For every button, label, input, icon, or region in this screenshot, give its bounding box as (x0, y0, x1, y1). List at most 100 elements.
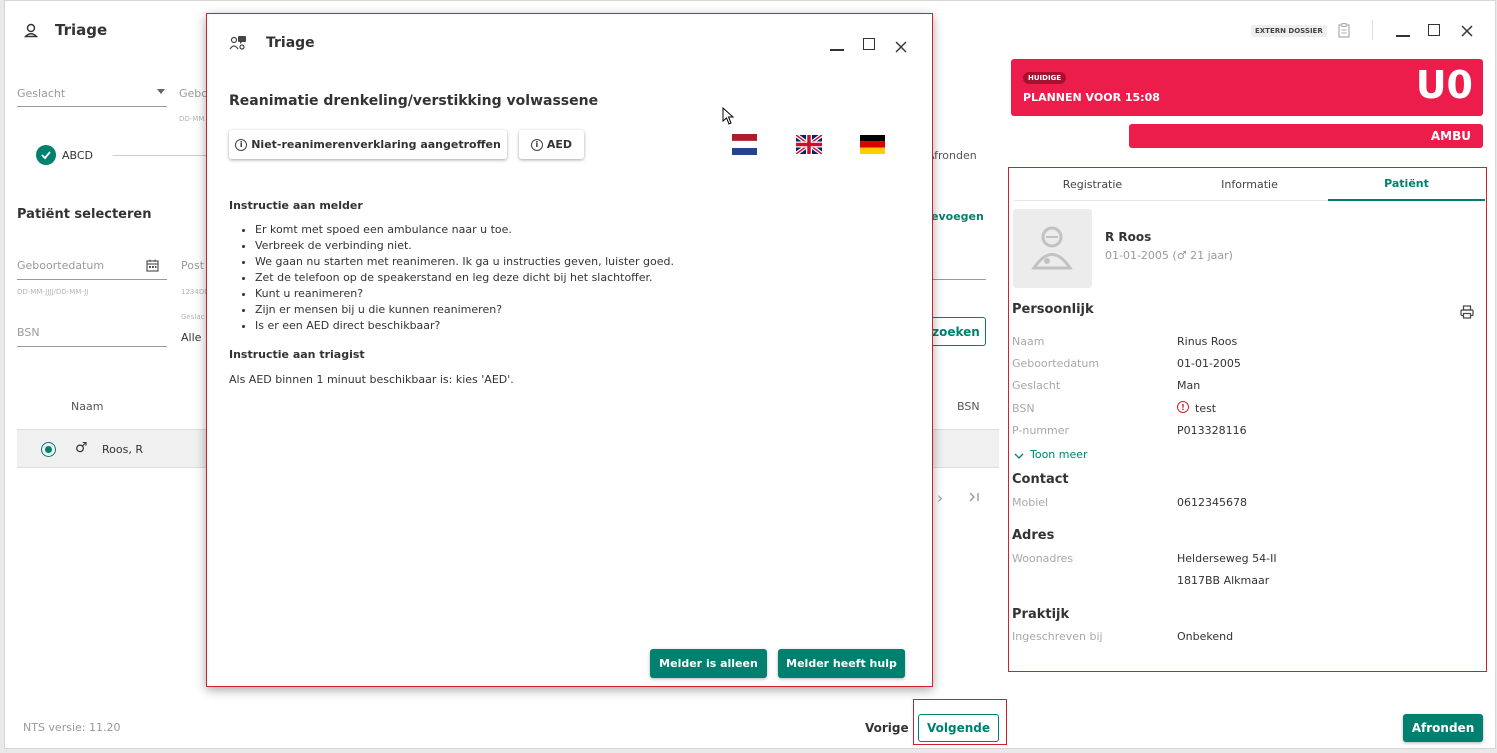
ambu-bar: AMBU (1129, 124, 1483, 148)
niet-reanimeren-button[interactable]: i Niet-reanimerenverklaring aangetroffen (229, 130, 507, 159)
tab-patient-label: Patiënt (1384, 177, 1429, 190)
value-woonadres-line2: 1817BB Alkmaar (1177, 574, 1270, 587)
geboortedatum-input[interactable]: Geboortedatum (17, 254, 167, 280)
urgency-plan-text: PLANNEN VOOR 15:08 (1023, 91, 1160, 104)
value-woonadres-line1: Helderseweg 54-II (1177, 552, 1277, 565)
bsn-input[interactable]: BSN (17, 321, 167, 347)
dialog-close-icon[interactable] (895, 38, 907, 57)
label-geboortedatum: Geboortedatum (1012, 357, 1100, 370)
minimize-icon[interactable] (1396, 35, 1410, 37)
version-text: NTS versie: 11.20 (23, 721, 121, 734)
label-mobiel: Mobiel (1012, 496, 1049, 509)
tab-registratie[interactable]: Registratie (1014, 168, 1171, 201)
step-line (113, 155, 208, 156)
last-page-icon[interactable] (967, 489, 981, 508)
extern-dossier-button[interactable]: EXTERN DOSSIER (1251, 25, 1327, 37)
dialog-maximize-icon[interactable] (863, 38, 875, 50)
label-geslacht: Geslacht (1012, 379, 1061, 392)
flag-nl-icon[interactable] (731, 134, 758, 155)
value-naam: Rinus Roos (1177, 335, 1238, 348)
patient-dob-line: 01-01-2005 (♂ 21 jaar) (1105, 249, 1233, 262)
patient-row-name: Roos, R (102, 443, 143, 456)
melder-is-alleen-button[interactable]: Melder is alleen (650, 649, 767, 678)
afronden-button[interactable]: Afronden (1403, 714, 1483, 742)
toon-meer-link[interactable]: Toon meer (1014, 445, 1088, 464)
postcode-field-partial[interactable]: Post (181, 259, 204, 272)
calendar-icon[interactable] (146, 257, 159, 276)
zoeken-button[interactable]: zoeken (927, 317, 986, 346)
geboortedatum-field-partial[interactable]: Gebo (179, 87, 208, 100)
urgency-code: U0 (1415, 63, 1473, 107)
patient-panel: Registratie Informatie Patiënt R Roos 01… (1008, 167, 1487, 672)
volgende-button[interactable]: Volgende (918, 714, 999, 742)
tab-informatie[interactable]: Informatie (1171, 168, 1328, 201)
patient-select-heading: Patiënt selecteren (17, 207, 152, 222)
label-pnummer: P-nummer (1012, 424, 1070, 437)
melder-list: Er komt met spoed een ambulance naar u t… (229, 222, 909, 334)
info-icon: i (235, 138, 248, 151)
geslacht-select[interactable]: Geslacht (17, 85, 167, 107)
tab-patient[interactable]: Patiënt (1328, 168, 1485, 201)
toon-meer-label: Toon meer (1030, 448, 1088, 461)
geslacht-select-value[interactable]: Alle (181, 331, 201, 344)
melder-heading: Instructie aan melder (229, 199, 363, 212)
ambu-label: AMBU (1430, 129, 1471, 143)
flag-uk-icon[interactable] (794, 133, 824, 156)
toevoegen-link[interactable]: evoegen (931, 210, 984, 223)
chevron-right-icon[interactable]: › (937, 489, 943, 507)
step-abcd-label[interactable]: ABCD (62, 149, 93, 162)
triage-people-icon (229, 35, 247, 55)
column-header-bsn[interactable]: BSN (957, 400, 980, 413)
male-icon: ♂ (75, 440, 88, 456)
window-title: Triage (55, 21, 108, 39)
label-woonadres: Woonadres (1012, 552, 1074, 565)
label-naam: Naam (1012, 335, 1045, 348)
header-divider (1372, 20, 1373, 40)
geslacht-placeholder: Geslacht (17, 87, 66, 100)
geboortedatum-placeholder: Geboortedatum (17, 259, 105, 272)
list-item: Zet de telefoon op de speakerstand en le… (255, 270, 909, 286)
warning-icon: ! (1177, 401, 1189, 413)
vorige-button[interactable]: Vorige (865, 721, 909, 735)
avatar (1013, 209, 1092, 288)
flag-de-icon[interactable] (860, 135, 885, 154)
melder-heeft-hulp-button[interactable]: Melder heeft hulp (778, 649, 905, 678)
triage-dialog: Triage Reanimatie drenkeling/verstikking… (206, 13, 933, 687)
list-item: Er komt met spoed een ambulance naar u t… (255, 222, 909, 238)
section-contact: Contact (1012, 472, 1069, 487)
step-check-icon (36, 145, 56, 165)
column-header-naam[interactable]: Naam (71, 400, 103, 413)
bsn-placeholder: BSN (17, 326, 40, 339)
geboortedatum-hint: DD-MM-JJJJ/DD-MM-JJ (17, 288, 89, 296)
value-pnummer: P013328116 (1177, 424, 1247, 437)
urgency-badge: HUIDIGE (1023, 72, 1067, 84)
section-adres: Adres (1012, 528, 1055, 543)
close-icon[interactable] (1460, 23, 1474, 42)
aed-label: AED (546, 138, 573, 151)
right-field-underline (933, 279, 986, 280)
maximize-icon[interactable] (1428, 24, 1440, 36)
section-praktijk: Praktijk (1012, 607, 1070, 622)
triagist-heading: Instructie aan triagist (229, 348, 365, 361)
geboortedatum-hint-partial: DD-MM (179, 115, 205, 123)
tab-registratie-label: Registratie (1062, 177, 1123, 191)
label-bsn: BSN (1012, 402, 1035, 415)
dialog-title: Triage (266, 35, 315, 51)
dialog-minimize-icon[interactable] (830, 49, 844, 51)
printer-icon[interactable] (1460, 304, 1474, 323)
aed-button[interactable]: i AED (519, 130, 584, 159)
mouse-cursor-icon (722, 106, 735, 129)
list-item: Verbreek de verbinding niet. (255, 238, 909, 254)
value-ingeschreven: Onbekend (1177, 630, 1234, 643)
user-icon (23, 22, 39, 38)
triagist-text: Als AED binnen 1 minuut beschikbaar is: … (229, 373, 514, 386)
list-item: Kunt u reanimeren? (255, 286, 909, 302)
chevron-down-icon (157, 89, 165, 94)
step-afronden-label[interactable]: Afronden (927, 149, 977, 162)
radio-selected-icon[interactable] (41, 442, 56, 457)
urgency-card: HUIDIGE PLANNEN VOOR 15:08 U0 (1011, 59, 1483, 116)
list-item: Is er een AED direct beschikbaar? (255, 318, 909, 334)
clipboard-icon[interactable] (1338, 23, 1350, 42)
value-bsn: test (1195, 402, 1217, 415)
value-mobiel: 0612345678 (1177, 496, 1247, 509)
